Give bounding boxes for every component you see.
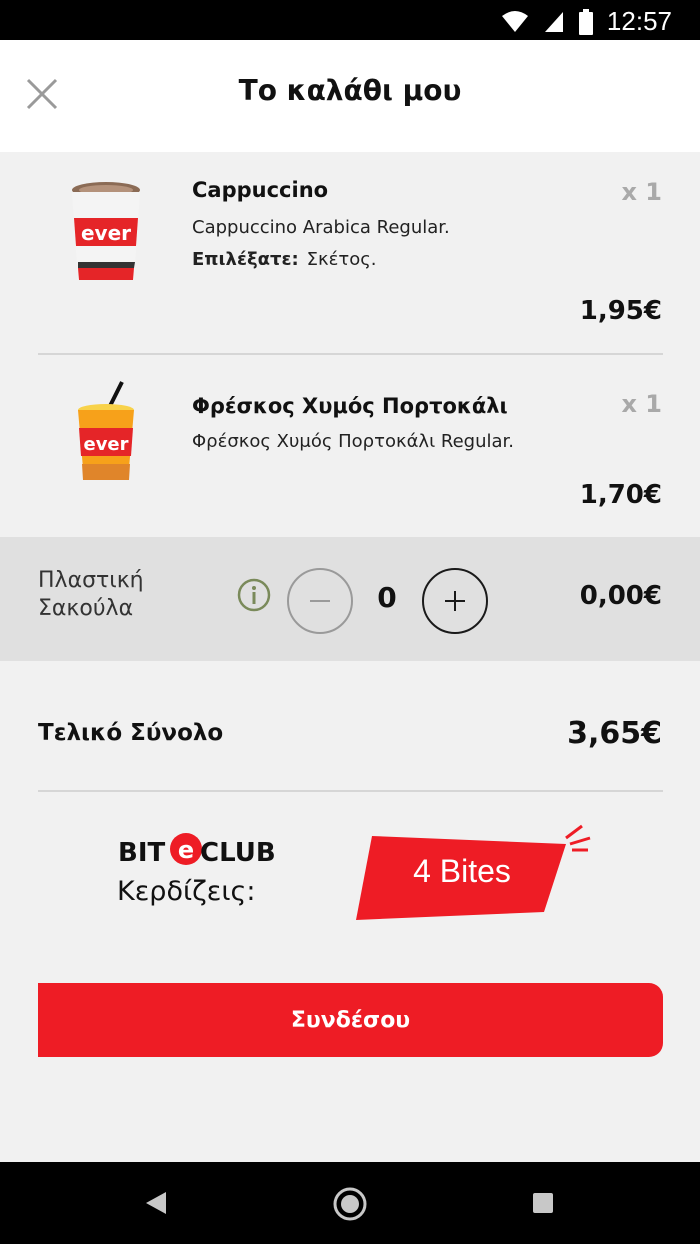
login-button[interactable]: Συνδέσου bbox=[38, 983, 663, 1057]
total-label: Τελικό Σύνολο bbox=[38, 720, 224, 746]
page-title: Το καλάθι μου bbox=[238, 74, 462, 107]
bag-decrease-button[interactable] bbox=[287, 568, 353, 634]
item-description: Cappuccino Arabica Regular. bbox=[192, 217, 450, 238]
earn-label: Κερδίζεις: bbox=[117, 876, 256, 907]
item-description: Φρέσκος Χυμός Πορτοκάλι Regular. bbox=[192, 431, 515, 452]
plastic-bag-row: Πλαστική Σακούλα 0 0,00€ bbox=[0, 537, 700, 661]
svg-text:BIT: BIT bbox=[118, 838, 165, 868]
item-quantity: x 1 bbox=[621, 390, 662, 418]
status-bar: 12:57 bbox=[0, 0, 700, 40]
item-name: Φρέσκος Χυμός Πορτοκάλι bbox=[192, 394, 508, 418]
coffee-cup-image: ever bbox=[72, 182, 140, 280]
bites-amount: 4 Bites bbox=[413, 853, 511, 889]
navigation-bar bbox=[0, 1162, 700, 1244]
back-icon[interactable] bbox=[144, 1190, 168, 1216]
svg-text:e: e bbox=[178, 836, 194, 864]
plastic-bag-label: Πλαστική Σακούλα bbox=[38, 567, 144, 623]
plastic-bag-label-line2: Σακούλα bbox=[38, 596, 134, 621]
svg-text:ever: ever bbox=[81, 221, 131, 245]
svg-text:ever: ever bbox=[83, 434, 128, 455]
total-value: 3,65€ bbox=[567, 716, 662, 751]
cellular-signal-icon bbox=[544, 11, 563, 32]
cart-item-cappuccino[interactable]: ever Cappuccino Cappuccino Arabica Regul… bbox=[0, 160, 700, 350]
item-name: Cappuccino bbox=[192, 178, 329, 202]
divider bbox=[38, 353, 663, 355]
recents-icon[interactable] bbox=[532, 1192, 554, 1214]
biteclub-logo: BIT e CLUB bbox=[118, 833, 276, 868]
header-curve bbox=[0, 120, 700, 150]
info-icon[interactable] bbox=[237, 578, 271, 612]
svg-text:CLUB: CLUB bbox=[200, 838, 276, 868]
cart-item-orange-juice[interactable]: ever Φρέσκος Χυμός Πορτοκάλι Φρέσκος Χυμ… bbox=[0, 370, 700, 530]
status-time: 12:57 bbox=[606, 6, 672, 36]
divider bbox=[38, 790, 663, 792]
item-price: 1,70€ bbox=[579, 480, 662, 510]
wifi-icon bbox=[501, 10, 528, 32]
orange-juice-cup-image: ever bbox=[78, 381, 134, 480]
battery-icon bbox=[578, 8, 593, 35]
item-price: 1,95€ bbox=[579, 296, 662, 326]
home-icon[interactable] bbox=[332, 1186, 368, 1222]
item-choice-label: Επιλέξατε: bbox=[192, 249, 299, 270]
bag-price: 0,00€ bbox=[579, 581, 662, 611]
item-quantity: x 1 bbox=[621, 178, 662, 206]
plastic-bag-label-line1: Πλαστική bbox=[38, 568, 144, 593]
bag-quantity: 0 bbox=[377, 581, 397, 614]
plus-icon bbox=[445, 591, 465, 611]
item-choice: Επιλέξατε: Σκέτος. bbox=[192, 249, 377, 270]
bag-increase-button[interactable] bbox=[422, 568, 488, 634]
minus-icon bbox=[310, 600, 330, 602]
item-choice-value: Σκέτος. bbox=[306, 249, 377, 270]
